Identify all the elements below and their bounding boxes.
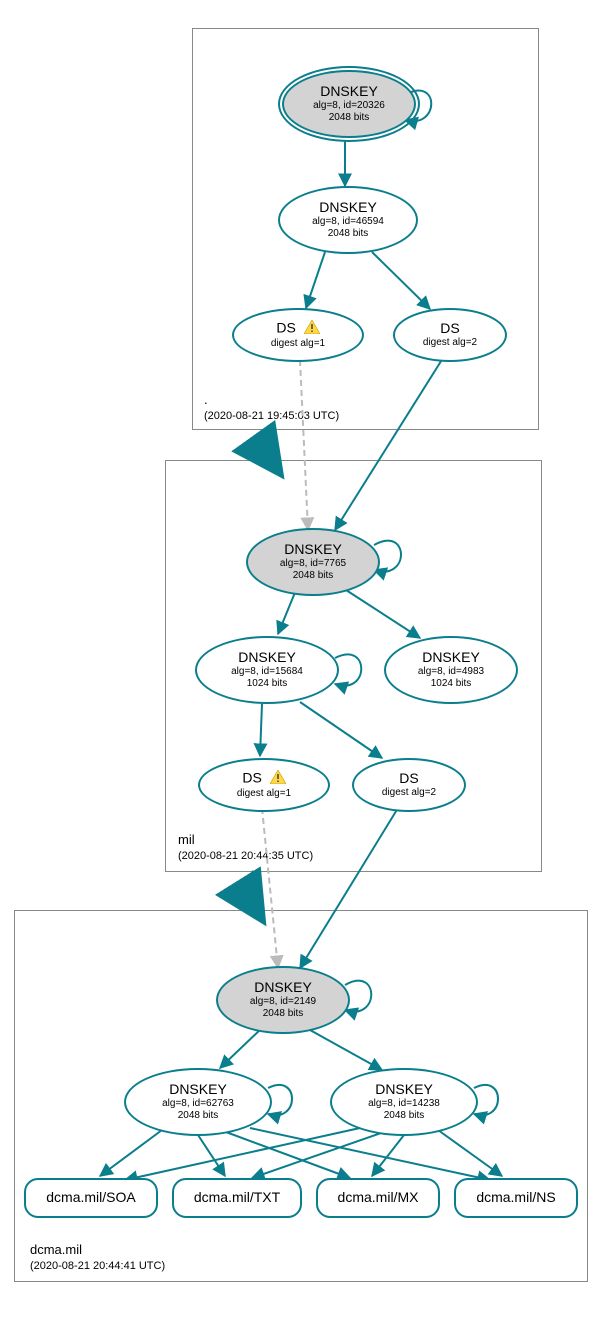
node-title: DNSKEY [169, 1082, 227, 1097]
node-line: digest alg=1 [271, 338, 325, 350]
node-line: digest alg=2 [423, 337, 477, 349]
node-root-ds1: DS digest alg=1 [232, 308, 364, 362]
node-title: dcma.mil/NS [476, 1190, 555, 1205]
warning-icon [304, 320, 320, 337]
node-mil-zsk1: DNSKEY alg=8, id=15684 1024 bits [195, 636, 339, 704]
node-line: 2048 bits [329, 112, 370, 124]
node-mil-ksk: DNSKEY alg=8, id=7765 2048 bits [246, 528, 380, 596]
node-title: dcma.mil/SOA [46, 1190, 135, 1205]
node-line: 2048 bits [178, 1110, 219, 1122]
node-line: digest alg=1 [237, 788, 291, 800]
node-line: alg=8, id=7765 [280, 558, 346, 570]
zone-root-name: . [204, 392, 208, 407]
node-title: DS [242, 770, 285, 787]
node-line: alg=8, id=4983 [418, 666, 484, 678]
node-line: alg=8, id=15684 [231, 666, 303, 678]
zone-dcma-timestamp: (2020-08-21 20:44:41 UTC) [30, 1260, 165, 1272]
node-root-ds2: DS digest alg=2 [393, 308, 507, 362]
node-mil-zsk2: DNSKEY alg=8, id=4983 1024 bits [384, 636, 518, 704]
node-line: 2048 bits [384, 1110, 425, 1122]
node-rr-txt: dcma.mil/TXT [172, 1178, 302, 1218]
node-line: alg=8, id=14238 [368, 1098, 440, 1110]
node-title: DS [440, 321, 459, 336]
node-line: 1024 bits [431, 678, 472, 690]
zone-mil-name: mil [178, 832, 195, 847]
node-title: DNSKEY [284, 542, 342, 557]
node-line: alg=8, id=46594 [312, 216, 384, 228]
node-title: DS [399, 771, 418, 786]
node-line: alg=8, id=62763 [162, 1098, 234, 1110]
node-rr-ns: dcma.mil/NS [454, 1178, 578, 1218]
node-line: alg=8, id=2149 [250, 996, 316, 1008]
node-dcma-ksk: DNSKEY alg=8, id=2149 2048 bits [216, 966, 350, 1034]
node-line: alg=8, id=20326 [313, 100, 385, 112]
node-line: 2048 bits [328, 228, 369, 240]
zone-mil-timestamp: (2020-08-21 20:44:35 UTC) [178, 850, 313, 862]
node-rr-mx: dcma.mil/MX [316, 1178, 440, 1218]
zone-dcma-label: dcma.mil (2020-08-21 20:44:41 UTC) [30, 1242, 165, 1272]
node-root-zsk: DNSKEY alg=8, id=46594 2048 bits [278, 186, 418, 254]
node-title: DNSKEY [422, 650, 480, 665]
node-dcma-zsk2: DNSKEY alg=8, id=14238 2048 bits [330, 1068, 478, 1136]
node-title: DNSKEY [375, 1082, 433, 1097]
node-mil-ds1: DS digest alg=1 [198, 758, 330, 812]
node-title: DS [276, 320, 319, 337]
node-title: DNSKEY [254, 980, 312, 995]
node-line: digest alg=2 [382, 787, 436, 799]
node-dcma-zsk1: DNSKEY alg=8, id=62763 2048 bits [124, 1068, 272, 1136]
zone-root-timestamp: (2020-08-21 19:45:03 UTC) [204, 410, 339, 422]
node-title: dcma.mil/MX [338, 1190, 419, 1205]
node-rr-soa: dcma.mil/SOA [24, 1178, 158, 1218]
node-title: DNSKEY [238, 650, 296, 665]
zone-dcma-name: dcma.mil [30, 1242, 82, 1257]
node-line: 2048 bits [263, 1008, 304, 1020]
node-root-ksk: DNSKEY alg=8, id=20326 2048 bits [282, 70, 416, 138]
node-title: dcma.mil/TXT [194, 1190, 280, 1205]
node-title: DNSKEY [319, 200, 377, 215]
node-mil-ds2: DS digest alg=2 [352, 758, 466, 812]
node-title: DNSKEY [320, 84, 378, 99]
node-line: 2048 bits [293, 570, 334, 582]
zone-root-label: . (2020-08-21 19:45:03 UTC) [204, 392, 339, 422]
warning-icon [270, 770, 286, 787]
node-line: 1024 bits [247, 678, 288, 690]
zone-mil-label: mil (2020-08-21 20:44:35 UTC) [178, 832, 313, 862]
zone-dcma-box [14, 910, 588, 1282]
